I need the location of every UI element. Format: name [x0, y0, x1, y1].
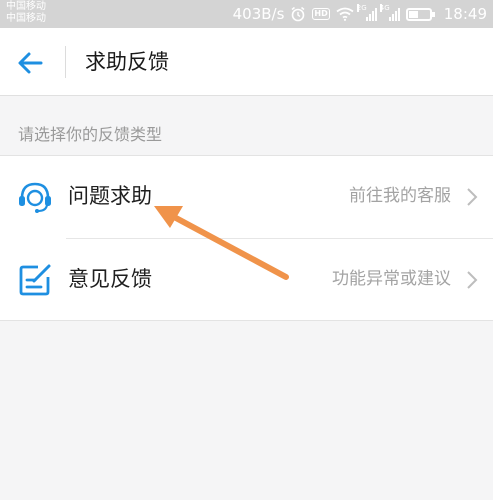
item-label-help: 问题求助	[68, 184, 152, 208]
chevron-right-icon	[467, 271, 478, 289]
carrier-2: 中国移动	[6, 13, 46, 24]
wifi-icon	[336, 7, 354, 21]
signal-2-icon: 4G	[379, 4, 400, 21]
item-subtitle-feedback: 功能异常或建议	[332, 269, 451, 289]
status-icons: 403B/s HD 2G 4G 18:49	[233, 0, 487, 28]
battery-icon	[405, 7, 435, 21]
item-label-feedback: 意见反馈	[68, 267, 152, 291]
list-item-feedback[interactable]: 意见反馈 功能异常或建议	[0, 239, 493, 321]
signal-1-icon: 2G	[356, 4, 377, 21]
carrier-1: 中国移动	[6, 1, 46, 12]
page-title: 求助反馈	[85, 50, 169, 74]
item-subtitle-help: 前往我的客服	[349, 186, 451, 206]
header-divider	[65, 46, 66, 78]
back-arrow-icon	[18, 52, 43, 74]
signal-1-tag: 2G	[356, 4, 367, 12]
section-label: 请选择你的反馈类型	[18, 125, 163, 144]
feedback-type-list: 问题求助 前往我的客服 意见反馈 功能异常或建议	[0, 155, 493, 321]
net-speed: 403B/s	[232, 5, 285, 23]
carrier-info: 中国移动 中国移动	[6, 1, 46, 25]
status-bar: 中国移动 中国移动 403B/s HD 2G 4G 18:49	[0, 0, 493, 28]
edit-note-icon	[19, 264, 51, 296]
hd-badge: HD	[312, 8, 330, 20]
chevron-right-icon	[467, 188, 478, 206]
signal-2-tag: 4G	[379, 4, 390, 12]
back-button[interactable]	[14, 46, 48, 80]
clock-time: 18:49	[443, 5, 487, 23]
headset-icon	[19, 182, 51, 213]
list-item-help[interactable]: 问题求助 前往我的客服	[0, 156, 493, 239]
app-header: 求助反馈	[0, 28, 493, 96]
alarm-icon	[291, 6, 305, 22]
